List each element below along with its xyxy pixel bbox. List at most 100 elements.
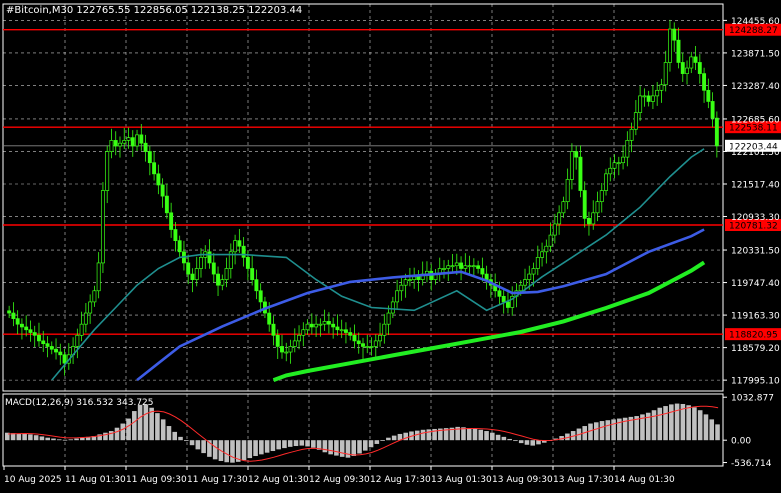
- macd-bar: [374, 440, 380, 444]
- candle-body: [459, 262, 464, 269]
- candle-body: [207, 251, 212, 264]
- candle-body: [557, 212, 562, 225]
- candle-body: [19, 323, 24, 328]
- macd-bar: [276, 440, 281, 450]
- time-axis: 10 Aug 2025 11 Aug 01:30 11 Aug 09:30 11 Au…: [3, 466, 675, 485]
- candle-body: [83, 312, 88, 325]
- time-tick-label: 11 Aug 17:30: [187, 475, 248, 485]
- candle-body: [569, 151, 574, 180]
- macd-bar: [212, 440, 218, 460]
- candle-body: [96, 262, 101, 292]
- symbol-label: #Bitcoin,M30 122765.55 122856.05 122138.…: [6, 5, 302, 16]
- candle-body: [280, 346, 284, 353]
- candle-body: [480, 268, 485, 275]
- candle-body: [224, 268, 229, 280]
- macd-bar: [28, 434, 33, 441]
- macd-bar: [651, 410, 657, 441]
- candle-body: [211, 262, 216, 275]
- candle-body: [143, 142, 148, 152]
- candle-body: [365, 346, 370, 348]
- time-tick-label: 14 Aug 01:30: [614, 475, 675, 485]
- chart-canvas[interactable]: 124288.27122538.11120781.32118820.951222…: [0, 0, 781, 489]
- price-tick-label: 120933.30: [731, 213, 780, 223]
- candle-body: [450, 265, 455, 268]
- candle-body: [7, 310, 12, 314]
- candle-body: [672, 28, 677, 41]
- candle-body: [335, 326, 340, 331]
- candle-body: [702, 73, 707, 91]
- macd-bar: [518, 440, 524, 444]
- candle-body: [301, 329, 306, 336]
- candle-body: [574, 151, 579, 158]
- candle-body: [309, 323, 314, 328]
- candle-body: [369, 346, 374, 348]
- candle-body: [348, 332, 353, 336]
- macd-bar: [703, 414, 709, 441]
- candle-body: [130, 137, 135, 147]
- macd-bar: [524, 440, 530, 445]
- candle-body: [378, 334, 383, 342]
- macd-bar: [507, 438, 512, 441]
- candle-body: [297, 334, 301, 342]
- price-tick-label: 123871.50: [731, 49, 780, 59]
- macd-bar: [484, 431, 489, 441]
- candle-body: [373, 340, 378, 347]
- candle-body: [271, 323, 276, 336]
- candle-body: [292, 340, 297, 347]
- candle-body: [305, 323, 310, 331]
- candle-body: [544, 245, 549, 253]
- candle-body: [633, 112, 638, 130]
- candle-body: [190, 273, 195, 280]
- candle-body: [710, 101, 715, 119]
- candles: [7, 19, 719, 376]
- candle-body: [442, 268, 446, 270]
- candle-body: [314, 323, 319, 328]
- candle-body: [467, 265, 472, 268]
- macd-bar: [391, 435, 397, 441]
- candle-body: [663, 62, 668, 86]
- candle-body: [416, 276, 421, 280]
- candle-body: [75, 334, 80, 347]
- macd-bar: [357, 440, 362, 454]
- candle-body: [540, 251, 545, 258]
- macd-bar: [611, 419, 616, 441]
- candle-body: [118, 142, 122, 147]
- candle-body: [561, 201, 566, 214]
- candle-body: [186, 262, 191, 275]
- candle-body: [152, 162, 157, 175]
- macd-bar: [39, 436, 45, 441]
- price-grid: [2, 3, 724, 466]
- macd-bar: [663, 406, 668, 441]
- candle-body: [506, 301, 510, 308]
- macd-bar: [380, 440, 385, 441]
- macd-bar: [172, 431, 178, 441]
- macd-bar: [426, 429, 432, 441]
- chart-window[interactable]: 124288.27 122538.11 120781.32 118820.95 1222…: [0, 0, 781, 489]
- candle-body: [284, 351, 289, 354]
- candle-body: [608, 167, 613, 175]
- candle-body: [24, 326, 29, 331]
- price-tick-label: 121517.40: [731, 181, 780, 191]
- candle-body: [100, 190, 105, 264]
- macd-bar: [33, 435, 39, 441]
- candle-body: [386, 312, 391, 325]
- candle-body: [54, 348, 58, 353]
- candle-body: [135, 134, 139, 147]
- macd-bar: [224, 440, 229, 463]
- candle-body: [139, 134, 144, 144]
- candle-body: [326, 321, 331, 325]
- candle-body: [88, 301, 93, 314]
- macd-bar: [22, 433, 27, 441]
- candle-body: [612, 162, 617, 169]
- ma-slow-line: [272, 260, 706, 382]
- candle-body: [28, 329, 33, 333]
- time-tick-label: 11 Aug 01:30: [65, 475, 126, 485]
- candle-body: [62, 354, 67, 364]
- candle-body: [565, 179, 570, 203]
- macd-bar: [588, 423, 593, 441]
- candle-body: [523, 279, 527, 286]
- macd-bar: [45, 437, 50, 441]
- candle-body: [616, 162, 621, 165]
- macd-bar: [264, 440, 270, 453]
- time-tick-label: 10 Aug 2025: [4, 475, 62, 485]
